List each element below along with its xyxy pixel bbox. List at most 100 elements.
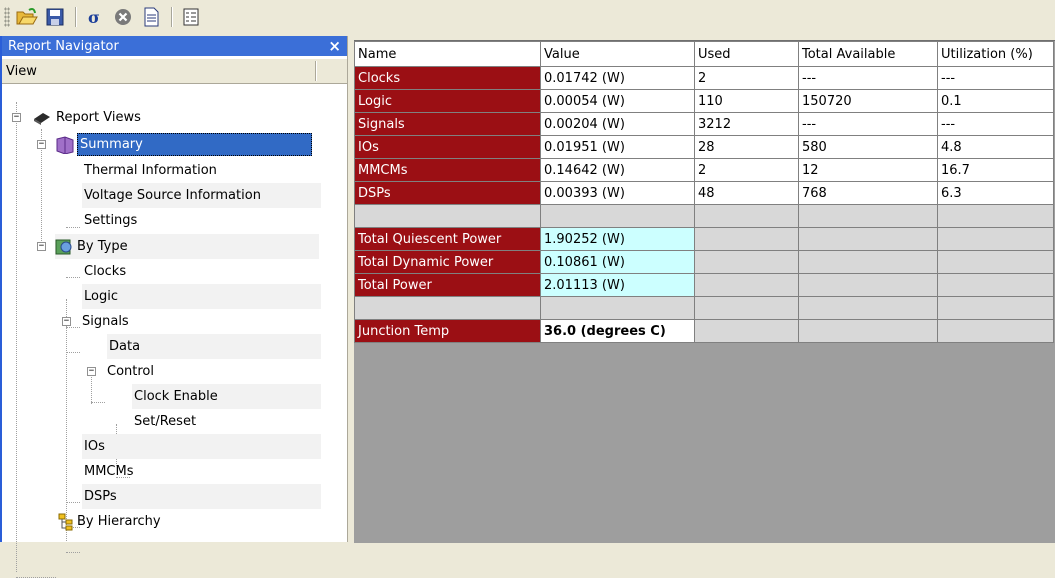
row-name-cell: Clocks — [354, 66, 541, 90]
value-cell: 0.00054 (W) — [540, 89, 695, 113]
tree-label: Clocks — [84, 264, 127, 279]
empty-row — [354, 296, 1054, 320]
used-cell: 48 — [694, 181, 799, 205]
column-header[interactable]: Utilization (%) — [937, 41, 1054, 67]
tree-item-summary[interactable]: Summary — [55, 132, 312, 157]
value-cell: 0.00393 (W) — [540, 181, 695, 205]
row-name-cell: DSPs — [354, 181, 541, 205]
empty-row — [354, 204, 1054, 228]
report-navigator-panel: Report Navigator × View − Report Views −… — [0, 36, 347, 578]
sigma-button[interactable]: σ — [82, 4, 108, 30]
panel-title-bar: Report Navigator × — [2, 36, 347, 56]
report-tree: − Report Views − Summary Thermal Informa… — [2, 84, 347, 578]
tree-item-report-views[interactable]: Report Views — [32, 105, 141, 130]
utilization-cell: 16.7 — [937, 158, 1054, 182]
total-value-cell: 2.01113 (W) — [540, 273, 695, 297]
view-label: View — [6, 63, 37, 79]
properties-button[interactable] — [178, 4, 204, 30]
panel-title: Report Navigator — [8, 38, 119, 54]
table-row[interactable]: Clocks 0.01742 (W) 2 --- --- — [354, 66, 1054, 90]
tree-item-thermal[interactable]: Thermal Information — [84, 158, 319, 183]
collapse-toggle[interactable]: − — [37, 140, 46, 149]
collapse-toggle[interactable]: − — [37, 242, 46, 251]
utilization-cell: --- — [937, 66, 1054, 90]
tree-item-settings[interactable]: Settings — [84, 208, 137, 233]
row-name-cell: MMCMs — [354, 158, 541, 182]
junction-temp-row[interactable]: Junction Temp 36.0 (degrees C) — [354, 319, 1054, 343]
tree-label: MMCMs — [84, 464, 134, 479]
tree-item-dsps[interactable]: DSPs — [82, 484, 321, 509]
by-type-icon — [55, 239, 72, 254]
tree-label: Summary — [77, 133, 312, 156]
column-header[interactable]: Value — [540, 41, 695, 67]
column-header[interactable]: Used — [694, 41, 799, 67]
tree-item-data[interactable]: Data — [107, 334, 321, 359]
close-icon[interactable]: × — [328, 37, 341, 55]
table-header-row: Name Value Used Total Available Utilizat… — [354, 41, 1054, 67]
toolbar-grip[interactable] — [4, 7, 10, 27]
row-name-cell: IOs — [354, 135, 541, 159]
open-folder-button[interactable] — [14, 4, 40, 30]
sigma-icon: σ — [88, 8, 100, 27]
junction-value-cell: 36.0 (degrees C) — [540, 319, 695, 343]
value-cell: 0.14642 (W) — [540, 158, 695, 182]
value-cell: 0.01742 (W) — [540, 66, 695, 90]
tree-item-control[interactable]: Control — [107, 359, 154, 384]
table-row[interactable]: DSPs 0.00393 (W) 48 768 6.3 — [354, 181, 1054, 205]
tree-label: IOs — [84, 439, 105, 454]
available-cell: 580 — [798, 135, 938, 159]
table-row[interactable]: Signals 0.00204 (W) 3212 --- --- — [354, 112, 1054, 136]
save-button[interactable] — [42, 4, 68, 30]
tree-label: Signals — [82, 314, 129, 329]
total-name-cell: Total Dynamic Power — [354, 250, 541, 274]
properties-list-icon — [183, 8, 199, 26]
tree-item-signals[interactable]: Signals — [82, 309, 129, 334]
collapse-toggle[interactable]: − — [62, 317, 71, 326]
value-cell: 0.01951 (W) — [540, 135, 695, 159]
tree-item-clock-enable[interactable]: Clock Enable — [132, 384, 321, 409]
row-name-cell: Signals — [354, 112, 541, 136]
summary-folder-icon — [56, 135, 74, 154]
collapse-toggle[interactable]: − — [12, 113, 21, 122]
svg-text:σ: σ — [88, 8, 100, 27]
tree-item-clocks[interactable]: Clocks — [84, 259, 126, 284]
value-cell: 0.00204 (W) — [540, 112, 695, 136]
table-row[interactable]: MMCMs 0.14642 (W) 2 12 16.7 — [354, 158, 1054, 182]
tree-label: Set/Reset — [134, 414, 197, 429]
view-header[interactable]: View — [2, 58, 347, 84]
used-cell: 2 — [694, 66, 799, 90]
used-cell: 28 — [694, 135, 799, 159]
tree-item-ios[interactable]: IOs — [82, 434, 321, 459]
collapse-toggle[interactable]: − — [87, 367, 96, 376]
floppy-disk-icon — [46, 8, 64, 26]
tree-item-by-type[interactable]: By Type — [55, 234, 319, 259]
tree-item-voltage[interactable]: Voltage Source Information — [82, 183, 321, 208]
total-value-cell: 0.10861 (W) — [540, 250, 695, 274]
available-cell: 768 — [798, 181, 938, 205]
total-row[interactable]: Total Power 2.01113 (W) — [354, 273, 1054, 297]
tree-item-by-hierarchy[interactable]: By Hierarchy — [57, 509, 161, 534]
available-cell: 12 — [798, 158, 938, 182]
table-row[interactable]: Logic 0.00054 (W) 110 150720 0.1 — [354, 89, 1054, 113]
document-icon — [144, 7, 159, 27]
power-summary-table: Name Value Used Total Available Utilizat… — [354, 41, 1054, 343]
total-name-cell: Total Power — [354, 273, 541, 297]
tree-item-logic[interactable]: Logic — [82, 284, 321, 309]
used-cell: 3212 — [694, 112, 799, 136]
report-button[interactable] — [138, 4, 164, 30]
tree-item-set-reset[interactable]: Set/Reset — [134, 409, 196, 434]
row-name-cell: Logic — [354, 89, 541, 113]
stop-circle-icon — [115, 9, 131, 25]
tree-item-mmcms[interactable]: MMCMs — [84, 459, 134, 484]
tree-label: By Type — [77, 239, 128, 254]
total-row[interactable]: Total Quiescent Power 1.90252 (W) — [354, 227, 1054, 251]
column-header[interactable]: Total Available — [798, 41, 938, 67]
utilization-cell: 6.3 — [937, 181, 1054, 205]
tree-label: Thermal Information — [84, 163, 217, 178]
total-row[interactable]: Total Dynamic Power 0.10861 (W) — [354, 250, 1054, 274]
table-row[interactable]: IOs 0.01951 (W) 28 580 4.8 — [354, 135, 1054, 159]
toolbar-separator — [75, 7, 77, 27]
stop-button[interactable] — [110, 4, 136, 30]
tree-label: DSPs — [84, 489, 117, 504]
column-header[interactable]: Name — [354, 41, 541, 67]
